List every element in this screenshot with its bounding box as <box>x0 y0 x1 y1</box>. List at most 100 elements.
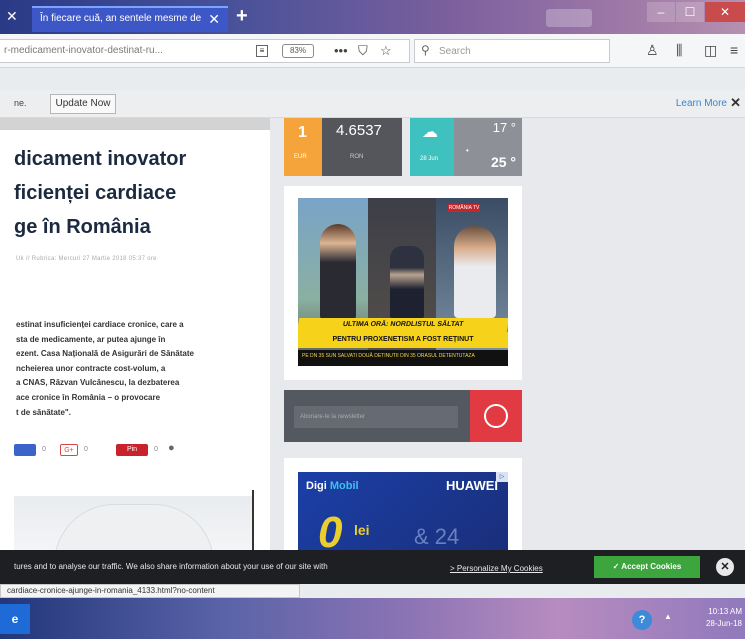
article-title-line: dicament inovator <box>14 148 187 170</box>
search-icon: ⚲ <box>421 43 430 57</box>
ad-brand-sub: Mobil <box>329 480 359 492</box>
ad-promo: & 24 <box>414 524 460 549</box>
video-player[interactable]: ROMÂNIA TV ULTIMA ORĂ: NORDLISTUL SĂLTAT… <box>298 198 508 366</box>
facebook-share-button[interactable] <box>14 444 36 456</box>
cookie-close-icon[interactable]: ✕ <box>716 558 734 576</box>
blurred-tab-pill <box>546 9 592 27</box>
clock-time: 10:13 AM <box>708 607 742 616</box>
ad-currency: lei <box>354 522 370 538</box>
weather-low: 25 ° <box>490 154 516 170</box>
news-ticker: PE DN 35 SUN SALVATI DOUĂ DETINUTII DIN … <box>298 350 508 366</box>
weather-separator: • <box>466 146 469 155</box>
article-body-line: ezent. Casa Națională de Asigurări de Să… <box>16 349 194 359</box>
tab-title: În fiecare cuă, an sentele mesme de <box>40 13 202 24</box>
currency-widget: 1 EUR 4.6537 RON <box>284 118 402 176</box>
breadcrumb-strip <box>0 118 270 130</box>
article-image <box>14 496 254 550</box>
weather-icon-box: ☁ 28 Jun <box>410 118 454 176</box>
article: dicament inovator ficienței cardiace ge … <box>0 118 270 550</box>
reporter-figure <box>320 224 356 320</box>
weather-widget: ☁ 28 Jun • 17 ° 25 ° <box>410 118 522 176</box>
channel-tag: ROMÂNIA TV <box>448 204 480 212</box>
reader-view-icon[interactable]: ≡ <box>256 45 268 57</box>
status-url-bar: cardiace-cronice-ajunge-in-romania_4133.… <box>0 584 300 598</box>
ad-brand: Digi Mobil <box>306 480 359 492</box>
video-widget: ROMÂNIA TV ULTIMA ORĂ: NORDLISTUL SĂLTAT… <box>284 186 522 380</box>
url-text[interactable]: r-medicament-inovator-destinat-ru... <box>4 45 163 56</box>
newsletter-submit-button[interactable] <box>470 390 522 442</box>
breaking-banner-2: PENTRU PROXENETISM A FOST REȚINUT <box>298 332 508 348</box>
accept-cookies-button[interactable]: ✓ Accept Cookies <box>594 556 700 578</box>
help-icon[interactable]: ? <box>632 610 652 630</box>
gplus-share-button[interactable]: G+ <box>60 444 78 456</box>
article-body-line: a CNAS, Răzvan Vulcănescu, la dezbaterea <box>16 378 180 388</box>
new-tab-button[interactable]: + <box>236 5 248 28</box>
ad-price: 0 <box>318 508 343 550</box>
window-controls: – ☐ ✕ <box>646 2 745 22</box>
article-body-line: ncheierea unor contracte cost-volum, a <box>16 363 166 373</box>
cloud-icon: ☁ <box>422 124 438 141</box>
sidebar-icon[interactable]: ◫ <box>704 42 717 59</box>
clock[interactable]: 10:13 AM 28-Jun-18 <box>690 606 742 630</box>
article-meta: Uk // Rubrica: Mercuri 27 Martie 2018 05… <box>16 256 157 262</box>
search-bar[interactable]: ⚲ Search <box>414 39 610 63</box>
ad-banner[interactable]: Digi Mobil HUAWEI ▷ 0 lei & 24 <box>298 472 508 550</box>
ad-widget: Digi Mobil HUAWEI ▷ 0 lei & 24 <box>284 458 522 550</box>
ad-choices-icon[interactable]: ▷ <box>496 472 508 482</box>
taskbar: e ? ▲ 10:13 AM 28-Jun-18 <box>0 598 745 639</box>
comment-icon[interactable]: ● <box>168 442 175 454</box>
learn-more-link[interactable]: Learn More <box>676 98 727 109</box>
menu-icon[interactable]: ≡ <box>730 42 738 58</box>
window-close-button[interactable]: ✕ <box>705 2 745 22</box>
currency-amount-box: 1 EUR <box>284 118 322 176</box>
article-title-line: ficienței cardiace <box>14 182 177 204</box>
guest-figure <box>454 226 496 318</box>
article-body: estinat insuficienței cardiace cronice, … <box>16 318 268 420</box>
pinterest-share-count: 0 <box>154 446 158 453</box>
officer-figure <box>390 246 424 318</box>
newsletter-widget: Abonare-te la newsletter <box>284 390 522 442</box>
newsletter-input[interactable]: Abonare-te la newsletter <box>294 406 458 428</box>
cookie-text: tures and to analyse our traffic. We als… <box>14 562 328 571</box>
article-body-line: ace cronice în România – o provocare <box>16 392 161 402</box>
currency-to: RON <box>350 154 364 160</box>
url-bar[interactable]: r-medicament-inovator-destinat-ru... ≡ 8… <box>0 39 410 63</box>
pinterest-share-button[interactable]: Pin <box>116 444 148 456</box>
currency-amount: 1 <box>298 124 307 141</box>
envelope-icon <box>484 404 508 428</box>
facebook-share-count: 0 <box>42 446 46 453</box>
tray-expand-icon[interactable]: ▲ <box>664 612 672 621</box>
close-icon[interactable]: ✕ <box>6 8 18 25</box>
notification-bar: ne. Update Now Learn More ✕ <box>0 90 745 118</box>
nav-bar: r-medicament-inovator-destinat-ru... ≡ 8… <box>0 34 745 68</box>
minimize-button[interactable]: – <box>647 2 675 22</box>
weather-high: 17 ° <box>492 120 516 135</box>
article-body-line: t de sănătate". <box>16 407 71 417</box>
hand-heart-image <box>54 504 214 550</box>
ad-partner: HUAWEI <box>446 478 498 493</box>
zoom-badge[interactable]: 83% <box>282 44 314 58</box>
tab-active[interactable]: În fiecare cuă, an sentele mesme de ✕ <box>32 6 228 32</box>
ie-taskbar-icon[interactable]: e <box>0 604 30 634</box>
breaking-banner-1: ULTIMA ORĂ: NORDLISTUL SĂLTAT <box>298 318 508 332</box>
bookmark-star-icon[interactable]: ☆ <box>380 43 392 59</box>
personalize-cookies-link[interactable]: > Personalize My Cookies <box>450 564 543 573</box>
notification-text: ne. <box>14 98 27 108</box>
clock-date: 28-Jun-18 <box>705 619 742 628</box>
ad-brand-name: Digi <box>306 480 327 492</box>
maximize-button[interactable]: ☐ <box>676 2 704 22</box>
weather-date: 28 Jun <box>420 156 439 162</box>
tab-close-icon[interactable]: ✕ <box>208 11 220 28</box>
library-icon[interactable]: ⫼ <box>676 42 682 59</box>
page-actions-icon[interactable]: ••• <box>334 43 348 58</box>
article-body-line: estinat insuficienței cardiace cronice, … <box>16 320 184 329</box>
currency-rate: 4.6537 <box>336 122 382 139</box>
pocket-icon[interactable]: ⛉ <box>358 43 368 59</box>
cookie-bar: tures and to analyse our traffic. We als… <box>0 550 745 584</box>
notification-close-icon[interactable]: ✕ <box>730 95 741 111</box>
account-icon[interactable]: ♙ <box>646 42 659 59</box>
currency-from: EUR <box>294 154 307 160</box>
update-now-button[interactable]: Update Now <box>50 94 116 114</box>
article-body-line: sta de medicamente, ar putea ajunge în <box>16 334 166 344</box>
tab-bar: ✕ În fiecare cuă, an sentele mesme de ✕ … <box>0 0 745 34</box>
